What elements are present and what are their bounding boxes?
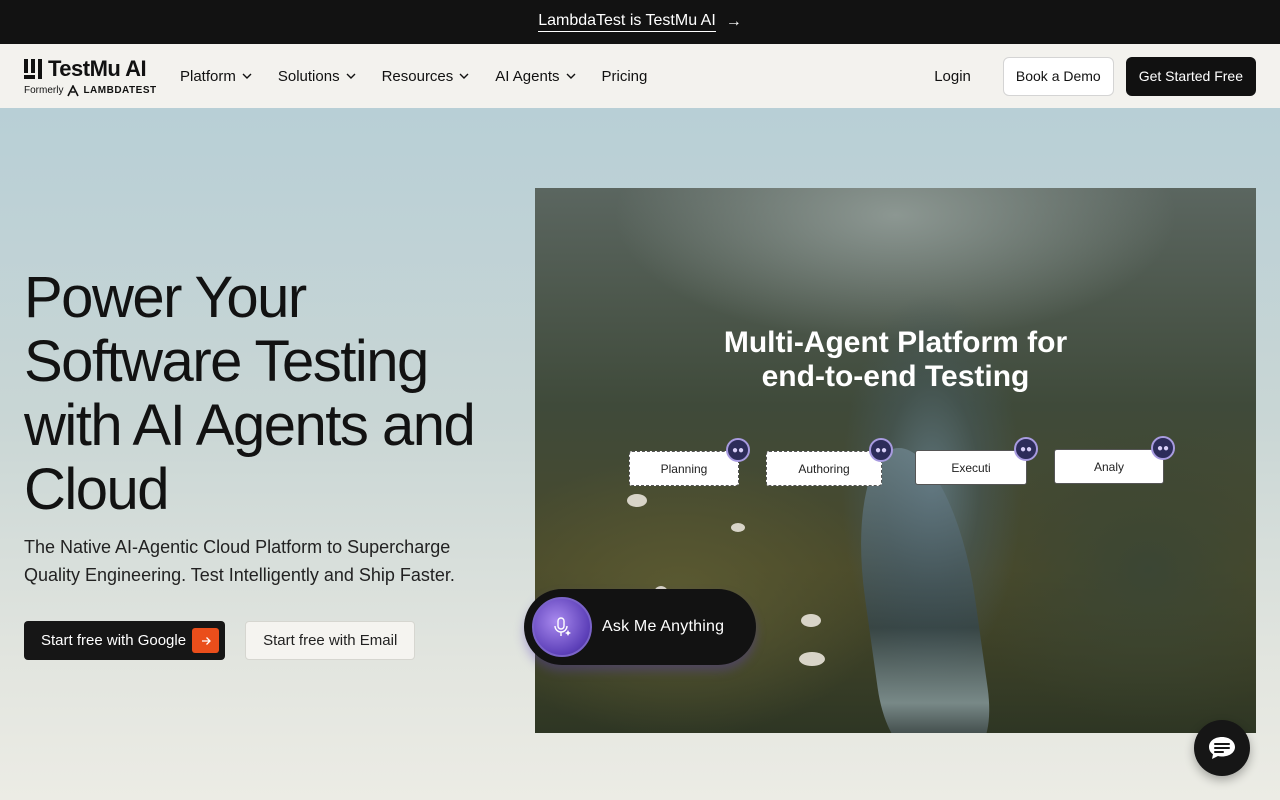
visual-headline-line: end-to-end Testing [761,360,1030,393]
menu-label: Pricing [601,67,648,85]
agent-chip-planning: Planning ●● [629,438,750,486]
chevron-down-icon [346,73,356,79]
chip-label: Authoring [798,461,850,476]
menu-label: Platform [180,67,236,85]
logo-former-brand: LAMBDATEST [83,85,157,96]
arrow-right-icon [192,628,220,653]
logo-brand: TestMu AI [48,55,147,81]
arrow-right-icon[interactable]: → [726,13,742,31]
chevron-down-icon [242,73,252,79]
visual-headline: Multi-Agent Platform for end-to-end Test… [535,326,1256,394]
login-link[interactable]: Login [914,68,991,85]
sheep-image [799,652,825,666]
ask-me-anything-button[interactable]: Ask Me Anything [524,589,756,665]
hero-section: Power Your Software Testing with AI Agen… [0,108,1280,800]
agent-chip-authoring: Authoring ●● [766,438,893,486]
sheep-image [801,614,821,627]
announcement-link[interactable]: LambdaTest is TestMu AI [538,12,716,32]
menu-ai-agents[interactable]: AI Agents [495,68,575,85]
start-email-button[interactable]: Start free with Email [245,621,416,660]
book-demo-button[interactable]: Book a Demo [1002,56,1114,96]
menu-resources[interactable]: Resources [382,68,470,85]
chat-bubble-icon [1209,737,1235,759]
testmu-logo-icon [24,58,42,79]
menu-label: Resources [381,67,454,85]
start-google-button[interactable]: Start free with Google [24,621,226,660]
sheep-image [627,494,647,507]
menu-platform[interactable]: Platform [180,68,252,85]
robot-icon: ●● [1151,436,1175,460]
mic-sparkle-icon [532,597,592,657]
chip-label: Analy [1093,459,1125,474]
lambdatest-logo-icon [67,84,80,96]
menu-pricing[interactable]: Pricing [602,68,648,85]
chip-label: Executi [951,460,991,475]
chevron-down-icon [566,73,575,79]
robot-icon: ●● [1014,437,1038,461]
announcement-bar: LambdaTest is TestMu AI → [0,0,1280,44]
ask-label: Ask Me Anything [602,618,725,635]
menu-label: Solutions [277,67,340,85]
river-image [843,448,997,733]
chat-button[interactable] [1194,720,1250,776]
logo-formerly: Formerly [24,85,64,96]
chevron-down-icon [459,73,469,79]
top-nav: TestMu AI Formerly LAMBDATEST Platform S… [0,44,1280,108]
visual-headline-line: Multi-Agent Platform for [723,326,1068,359]
logo[interactable]: TestMu AI Formerly LAMBDATEST [24,56,164,97]
robot-icon: ●● [726,438,750,462]
agent-chip-execution: Executi ●● [915,437,1038,485]
menu-solutions[interactable]: Solutions [278,68,356,85]
start-google-label: Start free with Google [41,632,187,649]
chip-label: Planning [660,461,708,476]
menu-label: AI Agents [495,67,560,85]
get-started-button[interactable]: Get Started Free [1125,56,1256,96]
main-menu: Platform Solutions Resources AI Agents P… [180,68,647,85]
hero-title: Power Your Software Testing with AI Agen… [24,265,476,522]
agent-chip-analysis: Analy ●● [1054,436,1175,484]
hero-subtitle: The Native AI-Agentic Cloud Platform to … [24,537,455,585]
sheep-image [731,523,745,532]
robot-icon: ●● [869,438,893,462]
